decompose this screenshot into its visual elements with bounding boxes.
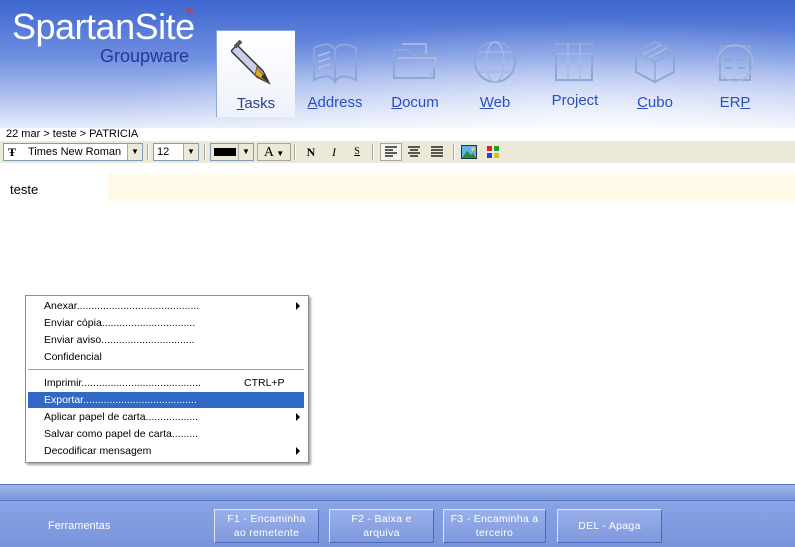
module-erp[interactable]: ERP (696, 30, 774, 116)
module-web-label: Web (479, 94, 511, 111)
menu-item-salvar-papel[interactable]: Salvar como papel de carta......... (28, 426, 304, 442)
current-line-highlight (108, 173, 795, 201)
menu-item-decodificar[interactable]: Decodificar mensagem (28, 443, 304, 459)
chevron-down-icon[interactable]: ▼ (238, 144, 253, 160)
registered-mark: ® (186, 6, 194, 17)
toolbar-separator (372, 144, 374, 160)
font-size-select[interactable]: 12 ▼ (153, 143, 199, 161)
logo-title: SpartanSite (12, 6, 195, 47)
module-project-label: Project (551, 92, 599, 109)
pen-icon (231, 39, 271, 85)
bold-button[interactable]: N (302, 143, 320, 161)
align-justify-icon (431, 146, 443, 157)
menu-item-aplicar-papel[interactable]: Aplicar papel de carta.................. (28, 409, 304, 425)
erp-building-icon (716, 44, 754, 82)
context-menu: Anexar..................................… (25, 295, 309, 463)
project-building-icon (555, 43, 593, 81)
font-family-value: Times New Roman (28, 146, 122, 158)
menu-separator (28, 369, 304, 370)
submenu-arrow-icon (296, 413, 300, 421)
forward-to-sender-button[interactable]: F1 - Encaminha ao remetente (214, 509, 319, 543)
color-grid-icon (487, 146, 499, 158)
forward-to-third-button[interactable]: F3 - Encaminha a terceiro (443, 509, 546, 543)
font-size-value: 12 (157, 146, 170, 158)
delete-button[interactable]: DEL - Apaga (557, 509, 662, 543)
module-web[interactable]: Web (456, 30, 534, 116)
module-cubo-label: Cubo (637, 94, 673, 111)
menu-item-exportar[interactable]: Exportar................................… (28, 392, 304, 408)
app-logo: SpartanSite Groupware (12, 6, 195, 66)
image-icon (461, 145, 477, 159)
toolbar-separator (147, 144, 149, 160)
status-bar (0, 484, 795, 501)
module-address-label: Address (307, 94, 363, 111)
module-tasks-label: Tasks (236, 95, 276, 112)
module-docum[interactable]: Docum (376, 30, 454, 116)
tools-label[interactable]: Ferramentas (48, 520, 110, 532)
menu-item-enviar-aviso[interactable]: Enviar aviso............................… (28, 332, 304, 348)
align-center-icon (408, 146, 420, 157)
text-color-swatch (214, 148, 236, 156)
archive-button[interactable]: F2 - Baixa e arquiva (329, 509, 434, 543)
globe-icon (474, 41, 516, 83)
strikethrough-button[interactable]: S (348, 143, 366, 161)
align-left-icon (385, 146, 397, 157)
align-left-button[interactable] (380, 143, 402, 161)
menu-item-confidencial[interactable]: Confidencial (28, 349, 304, 365)
font-color-button[interactable]: A ▼ (257, 143, 291, 161)
logo-subtitle: Groupware (100, 46, 190, 66)
module-erp-label: ERP (719, 94, 751, 111)
app-header: SpartanSite Groupware ® Tasks Address Do… (0, 0, 795, 128)
cube-icon (635, 40, 675, 84)
module-docum-label: Docum (391, 94, 439, 111)
align-center-button[interactable] (404, 143, 424, 161)
chevron-down-icon[interactable]: ▼ (127, 144, 142, 160)
toolbar-separator (204, 144, 206, 160)
chevron-down-icon[interactable]: ▼ (183, 144, 198, 160)
text-color-select[interactable]: ▼ (210, 143, 254, 161)
folder-icon (393, 43, 438, 79)
module-cubo[interactable]: Cubo (616, 30, 694, 116)
menu-item-enviar-copia[interactable]: Enviar cópia............................… (28, 315, 304, 331)
italic-button[interactable]: I (325, 143, 343, 161)
font-tt-icon: Ŧ (8, 145, 17, 159)
module-project[interactable]: Project (536, 30, 614, 116)
insert-image-button[interactable] (459, 143, 479, 161)
menu-shortcut: CTRL+P (244, 377, 285, 389)
menu-item-anexar[interactable]: Anexar..................................… (28, 298, 304, 314)
align-justify-button[interactable] (427, 143, 447, 161)
font-family-select[interactable]: Ŧ Times New Roman ▼ (3, 143, 143, 161)
module-tasks[interactable]: Tasks (216, 30, 295, 117)
editor-content[interactable]: teste (10, 182, 38, 197)
toolbar-separator (294, 144, 296, 160)
format-toolbar: Ŧ Times New Roman ▼ 12 ▼ ▼ A ▼ N I S (0, 140, 795, 164)
submenu-arrow-icon (296, 302, 300, 310)
module-address[interactable]: Address (296, 30, 374, 116)
color-palette-button[interactable] (483, 143, 503, 161)
menu-item-imprimir[interactable]: Imprimir................................… (28, 375, 304, 391)
submenu-arrow-icon (296, 447, 300, 455)
address-book-icon (313, 43, 357, 85)
toolbar-separator (453, 144, 455, 160)
footer-toolbar: Ferramentas F1 - Encaminha ao remetente … (0, 501, 795, 547)
